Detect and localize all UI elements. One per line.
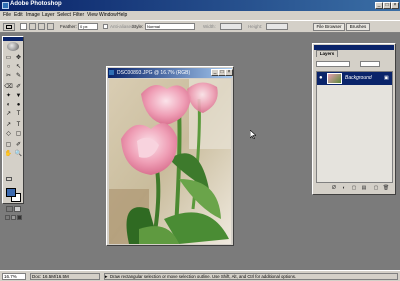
eye-icon[interactable]: ● (319, 75, 323, 81)
history-brush-tool-icon[interactable]: ▼ (14, 92, 23, 100)
minimize-button[interactable]: _ (375, 2, 383, 9)
menu-help[interactable]: Help (117, 12, 127, 18)
layer-thumbnail (327, 73, 342, 84)
quick-mask-icon[interactable] (14, 206, 21, 212)
menu-layer[interactable]: Layer (42, 12, 55, 18)
move-tool-icon[interactable]: ✥ (14, 54, 23, 62)
hand-tool-icon[interactable]: ✋ (4, 150, 13, 158)
style-label: Style: (132, 24, 144, 29)
layers-palette: Layers ● Background ▣ Ø ◐ ▢ ▤ ▢ 🗑 (312, 43, 396, 195)
app-title: Adobe Photoshop (10, 1, 62, 7)
layer-style-icon[interactable]: Ø (330, 185, 338, 192)
layer-name: Background (345, 75, 372, 81)
opacity-input[interactable] (360, 61, 380, 67)
antialiased-label: Anti-aliased (110, 24, 134, 29)
stamp-tool-icon[interactable]: ✦ (4, 92, 13, 100)
document-window[interactable]: DSC00893.JPG @ 16.7% (RGB) _ □ × (106, 66, 234, 246)
dodge-tool-icon[interactable]: T (14, 110, 23, 118)
screen-mode-standard-icon[interactable] (5, 215, 10, 220)
standard-mode-icon[interactable] (6, 206, 13, 212)
screen-mode-full-menu-icon[interactable] (11, 215, 16, 220)
notes-tool-icon[interactable]: ▢ (4, 141, 13, 149)
eraser-tool-icon[interactable]: ◐ (4, 101, 13, 109)
type-tool-icon[interactable]: T (14, 121, 23, 129)
title-bar: Adobe Photoshop _ □ × (0, 0, 400, 11)
gradient-tool-icon[interactable]: ● (14, 101, 23, 109)
screen-mode-full-icon[interactable] (17, 215, 22, 220)
foreground-color-swatch[interactable] (6, 188, 16, 197)
pen-tool-icon[interactable]: ◇ (4, 130, 13, 138)
path-selection-tool-icon[interactable]: ↗ (4, 121, 13, 129)
width-label: Width: (203, 24, 216, 29)
antialiased-checkbox[interactable] (103, 24, 108, 29)
menu-edit[interactable]: Edit (14, 12, 23, 18)
menu-filter[interactable]: Filter (73, 12, 84, 18)
options-bar: Feather: 0 px Anti-aliased Style: Normal… (0, 20, 400, 33)
photoshop-icon (2, 2, 9, 9)
menu-select[interactable]: Select (57, 12, 71, 18)
marquee-icon (6, 25, 12, 29)
mouse-cursor-icon (250, 130, 256, 139)
slice-tool-icon[interactable]: ✎ (14, 72, 23, 80)
blur-tool-icon[interactable]: ↗ (4, 110, 13, 118)
eyedropper-tool-icon[interactable]: ✐ (14, 141, 23, 149)
image-canvas[interactable] (109, 79, 231, 244)
new-layer-icon[interactable]: ▢ (372, 185, 380, 192)
menu-window[interactable]: Window (99, 12, 117, 18)
menu-file[interactable]: File (3, 12, 11, 18)
layers-list: ● Background ▣ (316, 71, 393, 183)
menu-bar: File Edit Image Layer Select Filter View… (0, 11, 400, 20)
zoom-level[interactable]: 16.7% (2, 273, 26, 280)
layers-button-bar: Ø ◐ ▢ ▤ ▢ 🗑 (316, 185, 393, 193)
tool-preset-picker[interactable] (3, 23, 15, 31)
magic-wand-tool-icon[interactable]: ↖ (14, 63, 23, 71)
status-bar: 16.7% Doc: 16.5M/16.5M ▸ Draw rectangula… (0, 270, 400, 281)
file-browser-tab[interactable]: File Browser (313, 23, 345, 31)
toolbox-title-bar[interactable] (3, 37, 23, 41)
style-select[interactable]: Normal (145, 23, 195, 30)
blend-mode-select[interactable] (316, 61, 350, 67)
menu-view[interactable]: View (87, 12, 98, 18)
close-button[interactable]: × (391, 2, 399, 9)
height-input[interactable] (266, 23, 288, 30)
toolbox: ▭ ✥ ○ ↖ ✂ ✎ ⌫ ✐ ✦ ▼ ◐ ● ↗ T ↗ T ◇ ▢ ▢ ✐ … (2, 36, 24, 220)
layers-options (316, 60, 393, 70)
height-label: Height: (248, 24, 263, 29)
healing-brush-tool-icon[interactable]: ⌫ (4, 83, 13, 91)
default-colors-icon[interactable] (6, 177, 12, 181)
trash-icon[interactable]: 🗑 (382, 185, 390, 192)
maximize-button[interactable]: □ (383, 2, 391, 9)
layer-mask-icon[interactable]: ◐ (340, 185, 348, 192)
add-to-selection-icon[interactable] (29, 23, 36, 30)
menu-image[interactable]: Image (26, 12, 40, 18)
width-input[interactable] (220, 23, 242, 30)
layers-tab[interactable]: Layers (316, 50, 338, 57)
lasso-tool-icon[interactable]: ○ (4, 63, 13, 71)
document-size[interactable]: Doc: 16.5M/16.5M (30, 273, 100, 280)
marquee-tool-icon[interactable]: ▭ (4, 54, 13, 62)
feather-input[interactable]: 0 px (78, 23, 98, 30)
crop-tool-icon[interactable]: ✂ (4, 72, 13, 80)
brush-tool-icon[interactable]: ✐ (14, 83, 23, 91)
new-selection-icon[interactable] (20, 23, 27, 30)
adobe-online-icon[interactable] (7, 42, 19, 51)
brushes-tab[interactable]: Brushes (346, 23, 370, 31)
intersect-selection-icon[interactable] (47, 23, 54, 30)
subtract-selection-icon[interactable] (38, 23, 45, 30)
adjustment-layer-icon[interactable]: ▤ (360, 185, 368, 192)
shape-tool-icon[interactable]: ▢ (14, 130, 23, 138)
status-hint: Draw rectangular selection or move selec… (104, 273, 398, 280)
document-icon (109, 70, 114, 75)
lock-icon: ▣ (384, 75, 389, 81)
feather-label: Feather: (60, 24, 77, 29)
doc-close-button[interactable]: × (225, 69, 233, 76)
new-set-icon[interactable]: ▢ (350, 185, 358, 192)
zoom-tool-icon[interactable]: 🔍 (14, 150, 23, 158)
tulip-photo (109, 79, 231, 244)
layer-row[interactable]: ● Background ▣ (317, 72, 392, 85)
